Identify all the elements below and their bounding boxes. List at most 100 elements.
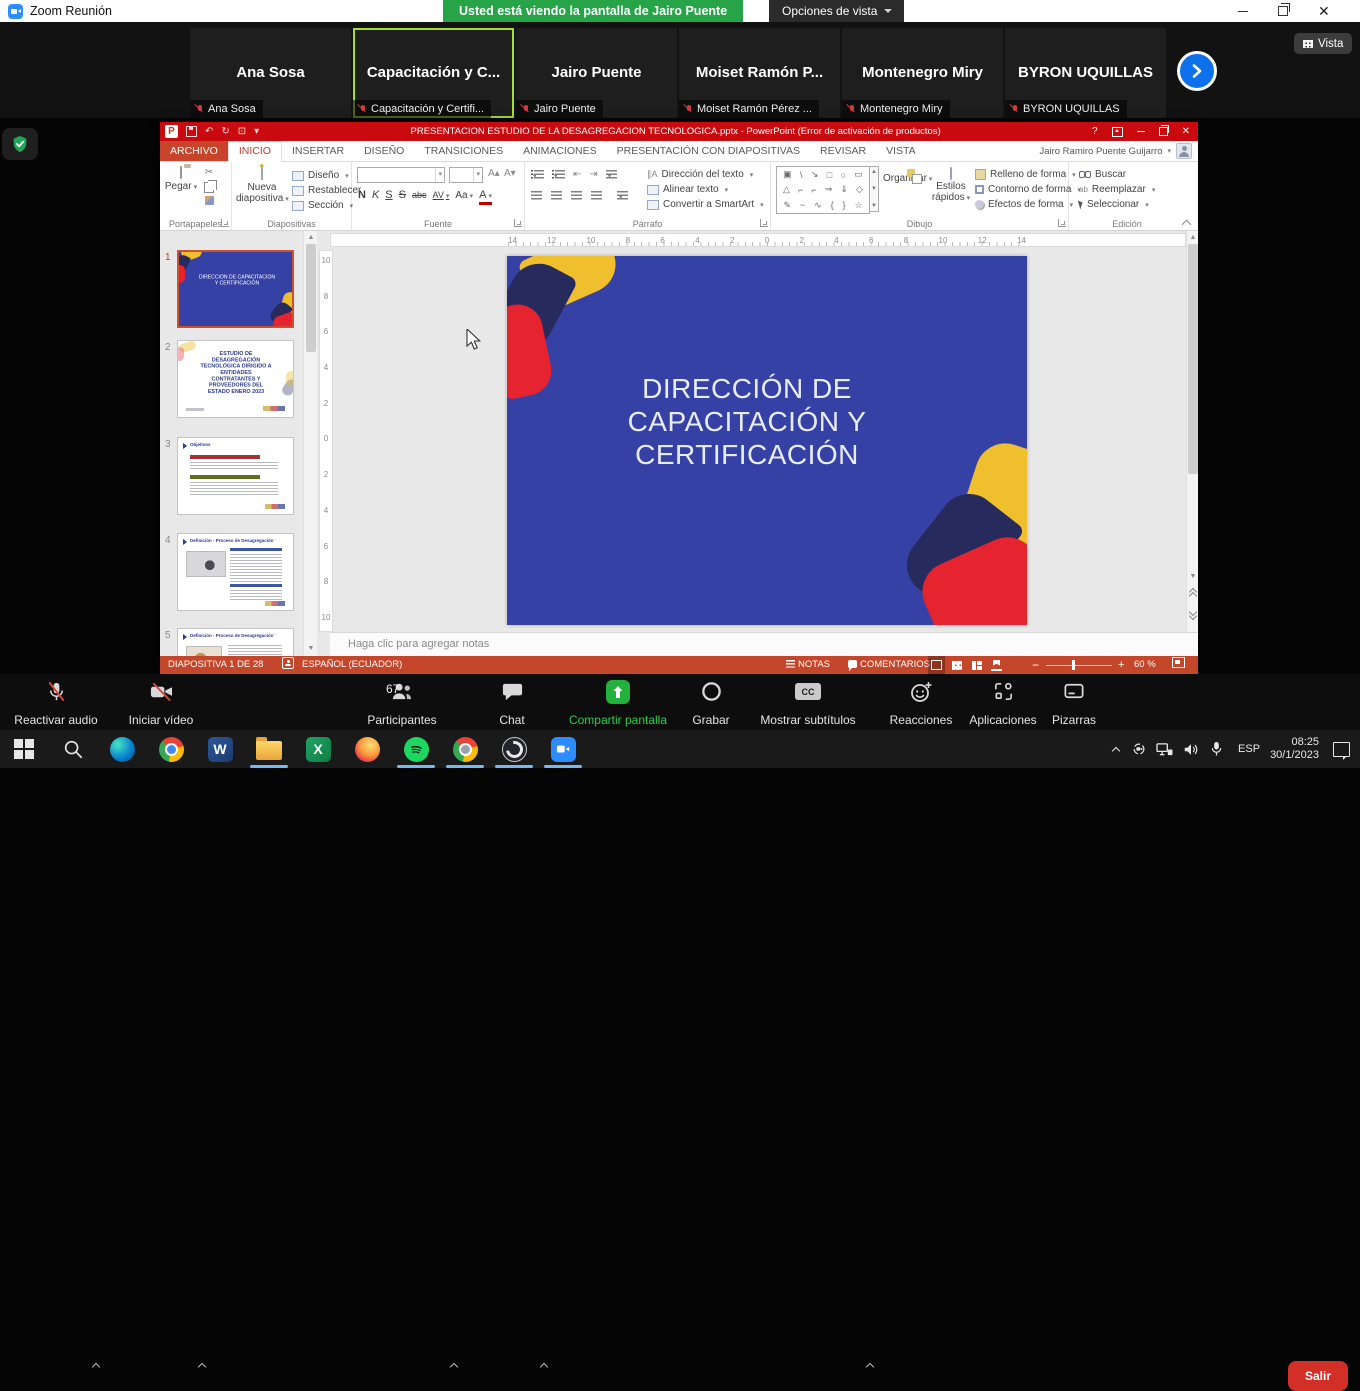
taskbar-obs[interactable]	[490, 730, 538, 768]
shapes-gallery[interactable]: ▣\↘□○▭ △⌐⌐⇒⇓◇ ✎~∿{}☆	[776, 166, 870, 214]
slide-sorter-view-button[interactable]	[948, 656, 965, 674]
tab-transiciones[interactable]: TRANSICIONES	[414, 141, 513, 161]
thumbnail-slide-4[interactable]: Definición - Proceso de Desagregación Te…	[177, 533, 294, 611]
input-language[interactable]: ESP	[1238, 743, 1260, 755]
justify-icon[interactable]	[591, 191, 602, 200]
underline-button[interactable]: S	[385, 189, 392, 201]
new-slide-button[interactable]: Nueva diapositiva	[236, 168, 288, 204]
taskbar-spotify[interactable]	[392, 730, 440, 768]
paste-button[interactable]: Pegar	[164, 167, 198, 192]
tab-insertar[interactable]: INSERTAR	[282, 141, 354, 161]
arrange-button[interactable]: Organizar	[883, 169, 931, 184]
font-name-combo[interactable]	[357, 167, 445, 183]
taskbar-file-explorer[interactable]	[245, 730, 293, 768]
bullets-icon[interactable]	[531, 170, 544, 179]
align-center-icon[interactable]	[551, 191, 562, 200]
zoom-in-button[interactable]: +	[1118, 656, 1124, 674]
collapse-ribbon-icon[interactable]	[1182, 220, 1191, 226]
slide-title-text[interactable]: DIRECCIÓN DE CAPACITACIÓN Y CERTIFICACIÓ…	[547, 372, 947, 471]
taskbar-edge[interactable]	[98, 730, 146, 768]
paragraph-dialog-launcher[interactable]	[760, 219, 768, 227]
zoom-out-button[interactable]: −	[1032, 656, 1039, 674]
tray-expand-icon[interactable]	[1112, 745, 1121, 754]
reset-button[interactable]: Restablecer	[292, 183, 361, 198]
record-button[interactable]: Grabar	[680, 680, 742, 726]
unmute-button[interactable]: Reactivar audio	[10, 680, 102, 726]
align-text-button[interactable]: Alinear texto	[647, 182, 764, 197]
slide-canvas[interactable]: DIRECCIÓN DE CAPACITACIÓN Y CERTIFICACIÓ…	[507, 256, 1027, 625]
tab-inicio[interactable]: INICIO	[228, 141, 282, 162]
tray-mic-icon[interactable]	[1208, 741, 1225, 758]
next-slide-icon[interactable]	[1189, 609, 1197, 617]
ppt-close-icon[interactable]: ✕	[1182, 126, 1190, 137]
audio-options-chevron[interactable]	[92, 1362, 100, 1370]
participant-tile-capacitacion[interactable]: Capacitación y C... Capacitación y Certi…	[353, 28, 514, 118]
notes-pane[interactable]: Haga clic para agregar notas	[330, 632, 1198, 656]
powerpoint-logo-icon[interactable]: P	[165, 125, 178, 138]
participant-tile-moiset-ramon[interactable]: Moiset Ramón P... Moiset Ramón Pérez ...	[679, 28, 840, 118]
tab-animaciones[interactable]: ANIMACIONES	[513, 141, 607, 161]
tab-presentacion[interactable]: PRESENTACIÓN CON DIAPOSITIVAS	[607, 141, 810, 161]
normal-view-button[interactable]	[928, 656, 945, 674]
participant-tile-byron[interactable]: BYRON UQUILLAS BYRON UQUILLAS	[1005, 28, 1166, 118]
previous-slide-icon[interactable]	[1189, 589, 1197, 597]
thumbnail-slide-1[interactable]: DIRECCIÓN DE CAPACITACIÓN Y CERTIFICACIÓ…	[177, 250, 294, 328]
slideshow-view-button[interactable]	[988, 656, 1005, 674]
apps-button[interactable]: Aplicaciones	[958, 680, 1048, 726]
shape-outline-button[interactable]: Contorno de forma	[975, 182, 1081, 197]
scroll-down-icon[interactable]: ▼	[305, 643, 317, 654]
shape-fill-button[interactable]: Relleno de forma	[975, 167, 1081, 182]
thumbnail-slide-5[interactable]: Definición - Proceso de Desagregación Te…	[177, 628, 294, 656]
shrink-font-icon[interactable]: A▾	[504, 168, 516, 179]
tab-revisar[interactable]: REVISAR	[810, 141, 876, 161]
layout-button[interactable]: Diseño	[292, 168, 361, 183]
grow-font-icon[interactable]: A▴	[488, 168, 500, 179]
participant-tile-montenegro[interactable]: Montenegro Miry Montenegro Miry	[842, 28, 1003, 118]
network-icon[interactable]	[1156, 741, 1173, 758]
thumbnail-scrollbar[interactable]: ▲ ▼	[303, 231, 317, 656]
cut-icon[interactable]: ✂	[205, 166, 213, 179]
replace-button[interactable]: abReemplazar	[1079, 182, 1155, 197]
format-painter-icon[interactable]	[205, 196, 214, 205]
leave-button[interactable]: Salir	[1288, 1361, 1348, 1391]
columns-icon[interactable]	[617, 191, 628, 200]
character-spacing-button[interactable]: AV	[433, 190, 450, 200]
tab-diseno[interactable]: DISEÑO	[354, 141, 414, 161]
taskbar-zoom[interactable]	[539, 730, 587, 768]
zoom-slider-thumb[interactable]	[1072, 660, 1075, 670]
thumbnail-slide-3[interactable]: Objetivos	[177, 437, 294, 515]
save-icon[interactable]	[186, 126, 197, 137]
thumbnail-slide-2[interactable]: ESTUDIO DE DESAGREGACIÓN TECNOLÓGICA DIR…	[177, 340, 294, 418]
shape-effects-button[interactable]: Efectos de forma	[975, 197, 1081, 212]
align-right-icon[interactable]	[571, 191, 582, 200]
close-icon[interactable]: ✕	[1318, 0, 1330, 22]
select-button[interactable]: Seleccionar	[1079, 197, 1155, 212]
reading-view-button[interactable]	[968, 656, 985, 674]
start-presentation-icon[interactable]: ⊡	[238, 122, 246, 141]
quick-styles-button[interactable]: Estilos rápidos	[931, 168, 971, 203]
increase-indent-icon[interactable]: ⇥	[589, 169, 597, 180]
bold-button[interactable]: N	[358, 189, 366, 201]
redo-icon[interactable]: ↻	[221, 122, 229, 141]
taskbar-clock[interactable]: 08:25 30/1/2023	[1270, 736, 1319, 762]
scroll-up-icon[interactable]: ▲	[305, 232, 317, 243]
taskbar-word[interactable]: W	[196, 730, 244, 768]
find-button[interactable]: Buscar	[1079, 167, 1155, 182]
language-status[interactable]: ESPAÑOL (ECUADOR)	[302, 656, 402, 674]
reactions-button[interactable]: Reacciones	[884, 680, 958, 726]
chat-options-chevron[interactable]	[540, 1362, 548, 1370]
taskbar-firefox[interactable]	[343, 730, 391, 768]
whiteboards-button[interactable]: Pizarras	[1040, 680, 1108, 726]
shapes-gallery-scrollbar[interactable]: ▲▼▼	[869, 166, 879, 212]
video-options-chevron[interactable]	[198, 1362, 206, 1370]
text-direction-button[interactable]: ∥ADirección del texto	[647, 167, 764, 182]
clear-formatting-button[interactable]: abc	[412, 190, 427, 200]
zoom-slider-track[interactable]	[1046, 665, 1112, 667]
taskbar-chrome-profile[interactable]	[441, 730, 489, 768]
line-spacing-icon[interactable]	[606, 170, 617, 179]
next-participants-button[interactable]	[1177, 51, 1217, 91]
scroll-down-icon[interactable]: ▼	[1187, 571, 1198, 582]
security-shield-overlay[interactable]	[2, 128, 38, 160]
share-screen-button[interactable]: Compartir pantalla	[562, 680, 674, 726]
section-button[interactable]: Sección	[292, 198, 361, 213]
